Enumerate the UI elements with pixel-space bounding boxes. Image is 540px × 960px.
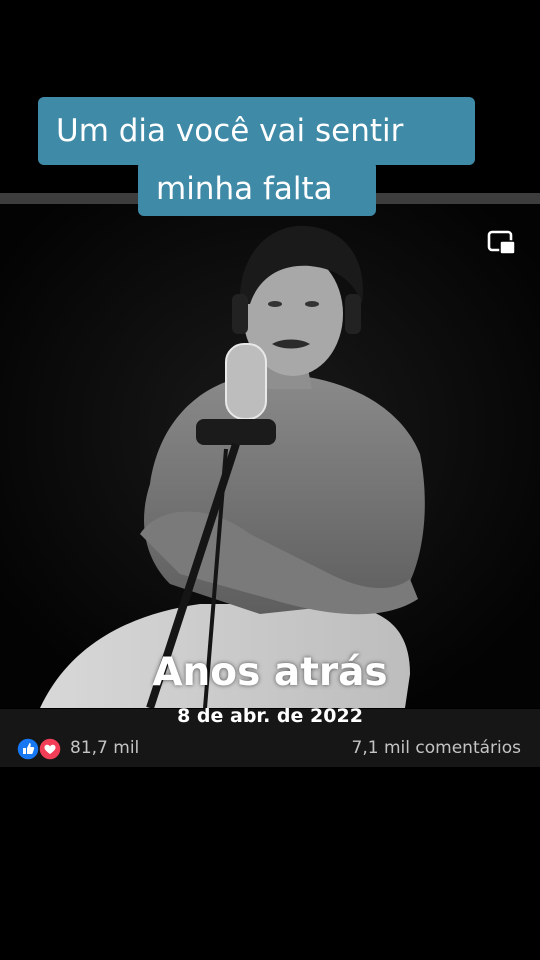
- video-frame[interactable]: [0, 204, 540, 708]
- caption-line-1-text: Um dia você vai sentir: [56, 113, 404, 149]
- reaction-count[interactable]: 81,7 mil: [70, 737, 139, 759]
- memory-title: Anos atrás: [152, 650, 388, 695]
- caption-line-2: minha falta: [138, 161, 376, 216]
- like-icon: [17, 737, 40, 761]
- love-icon: [38, 737, 62, 761]
- reaction-icons[interactable]: [17, 737, 63, 761]
- caption-line-2-text: minha falta: [156, 170, 333, 207]
- caption-line-1: Um dia você vai sentir: [38, 97, 475, 165]
- memory-date: 8 de abr. de 2022: [177, 705, 363, 727]
- picture-in-picture-icon[interactable]: [487, 230, 517, 258]
- video-still: [0, 204, 540, 708]
- comments-count[interactable]: 7,1 mil comentários: [352, 737, 521, 759]
